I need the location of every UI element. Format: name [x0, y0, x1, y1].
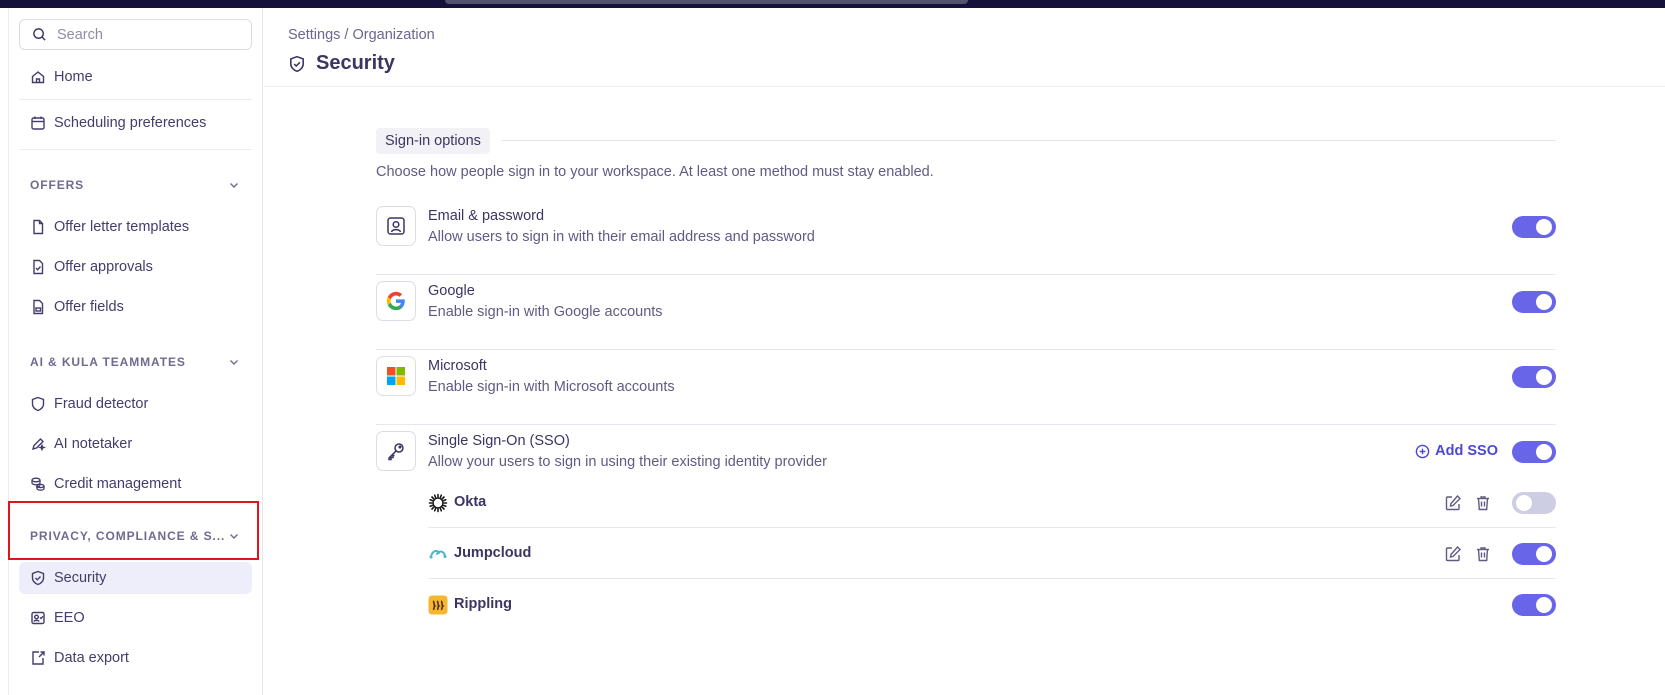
pen-sparkle-icon: [30, 436, 46, 452]
section-divider: [502, 140, 1556, 141]
add-sso-button[interactable]: Add SSO: [1415, 443, 1498, 459]
method-title: Google: [428, 283, 475, 299]
rippling-icon: [428, 595, 448, 615]
method-subtitle: Allow users to sign in with their email …: [428, 229, 815, 245]
signin-method-sso: Single Sign-On (SSO) Allow your users to…: [376, 425, 1556, 645]
method-subtitle: Enable sign-in with Microsoft accounts: [428, 379, 675, 395]
search-icon: [33, 28, 46, 41]
google-toggle[interactable]: [1512, 291, 1556, 313]
plus-circle-icon: [1415, 444, 1430, 458]
method-title: Microsoft: [428, 358, 487, 374]
file-fields-icon: [30, 299, 46, 315]
key-icon: [376, 431, 416, 471]
section-offers[interactable]: OFFERS: [19, 170, 252, 200]
sidebar-item-security[interactable]: Security: [19, 562, 252, 594]
chevron-down-icon: [230, 183, 238, 188]
signin-method-email: Email & password Allow users to sign in …: [376, 200, 1556, 275]
breadcrumb[interactable]: Settings / Organization: [288, 27, 435, 43]
page-title: Security: [288, 52, 395, 75]
home-icon: [30, 69, 46, 85]
method-title: Single Sign-On (SSO): [428, 433, 570, 449]
section-title: AI & KULA TEAMMATES: [30, 355, 186, 369]
search-box[interactable]: [19, 19, 252, 50]
page-title-text: Security: [316, 52, 395, 74]
sidebar-item-label: Scheduling preferences: [54, 115, 207, 131]
window-top-bar: [0, 0, 1665, 8]
sidebar-item-offer-fields[interactable]: Offer fields: [19, 291, 252, 323]
edit-icon[interactable]: [1444, 494, 1462, 512]
sidebar-item-label: Offer approvals: [54, 259, 153, 275]
sidebar-item-label: AI notetaker: [54, 436, 133, 452]
signin-method-google: Google Enable sign-in with Google accoun…: [376, 275, 1556, 350]
signin-method-microsoft: Microsoft Enable sign-in with Microsoft …: [376, 350, 1556, 425]
shield-check-icon: [290, 55, 304, 72]
sidebar-item-label: EEO: [54, 610, 85, 626]
sidebar-item-label: Home: [54, 69, 93, 85]
jumpcloud-toggle[interactable]: [1512, 543, 1556, 565]
okta-toggle[interactable]: [1512, 492, 1556, 514]
section-title: OFFERS: [30, 178, 85, 192]
sidebar-item-label: Fraud detector: [54, 396, 149, 412]
id-badge-icon: [30, 610, 46, 626]
sidebar-item-offer-approvals[interactable]: Offer approvals: [19, 251, 252, 283]
provider-name: Jumpcloud: [454, 545, 532, 561]
sidebar-item-label: Security: [54, 570, 107, 586]
microsoft-icon: [376, 356, 416, 396]
microsoft-toggle[interactable]: [1512, 366, 1556, 388]
file-check-icon: [30, 259, 46, 275]
sidebar-item-label: Offer letter templates: [54, 219, 190, 235]
sidebar-item-data-export[interactable]: Data export: [19, 642, 252, 674]
page-header: Settings / Organization Security: [264, 8, 1665, 87]
sidebar-divider: [19, 99, 252, 100]
section-header: Sign-in options: [376, 128, 1556, 154]
section-ai-teammates[interactable]: AI & KULA TEAMMATES: [19, 347, 252, 377]
shield-check-icon: [30, 570, 46, 586]
sidebar-item-credit-management[interactable]: Credit management: [19, 468, 252, 500]
provider-name: Rippling: [454, 596, 512, 612]
sidebar-item-label: Offer fields: [54, 299, 124, 315]
sidebar-item-home[interactable]: Home: [19, 61, 252, 93]
file-icon: [30, 219, 46, 235]
sidebar-item-eeo[interactable]: EEO: [19, 602, 252, 634]
method-subtitle: Enable sign-in with Google accounts: [428, 304, 663, 320]
sidebar: Home Scheduling preferences OFFERS Offer…: [9, 8, 263, 695]
sidebar-item-scheduling[interactable]: Scheduling preferences: [19, 107, 252, 139]
section-tag: Sign-in options: [376, 128, 490, 154]
highlight-annotation: [8, 501, 259, 560]
okta-icon: [428, 493, 448, 513]
sso-provider-jumpcloud: Jumpcloud: [428, 528, 1556, 579]
sidebar-item-ai-notetaker[interactable]: AI notetaker: [19, 428, 252, 460]
coins-icon: [30, 476, 46, 492]
sidebar-item-offer-letter-templates[interactable]: Offer letter templates: [19, 211, 252, 243]
sso-toggle[interactable]: [1512, 441, 1556, 463]
provider-name: Okta: [454, 494, 487, 510]
window-drag-handle: [445, 0, 968, 4]
search-input[interactable]: [57, 26, 247, 43]
sso-provider-okta: Okta: [428, 477, 1556, 528]
shield-icon: [30, 396, 46, 412]
method-title: Email & password: [428, 208, 545, 224]
sidebar-item-label: Credit management: [54, 476, 182, 492]
export-icon: [30, 650, 46, 666]
sidebar-item-label: Data export: [54, 650, 129, 666]
provider-actions: [1444, 494, 1492, 512]
method-subtitle: Allow your users to sign in using their …: [428, 454, 827, 470]
email-toggle[interactable]: [1512, 216, 1556, 238]
user-card-icon: [376, 206, 416, 246]
rippling-toggle[interactable]: [1512, 594, 1556, 616]
trash-icon[interactable]: [1474, 494, 1492, 512]
edit-icon[interactable]: [1444, 545, 1462, 563]
chevron-down-icon: [230, 360, 238, 365]
section-description: Choose how people sign in to your worksp…: [376, 164, 934, 180]
google-icon: [376, 281, 416, 321]
sidebar-item-fraud-detector[interactable]: Fraud detector: [19, 388, 252, 420]
sidebar-divider: [19, 149, 252, 150]
jumpcloud-icon: [428, 544, 448, 564]
provider-actions: [1444, 545, 1492, 563]
calendar-icon: [30, 115, 46, 131]
sso-provider-rippling: Rippling: [428, 579, 1556, 630]
add-sso-label: Add SSO: [1435, 443, 1498, 459]
trash-icon[interactable]: [1474, 545, 1492, 563]
